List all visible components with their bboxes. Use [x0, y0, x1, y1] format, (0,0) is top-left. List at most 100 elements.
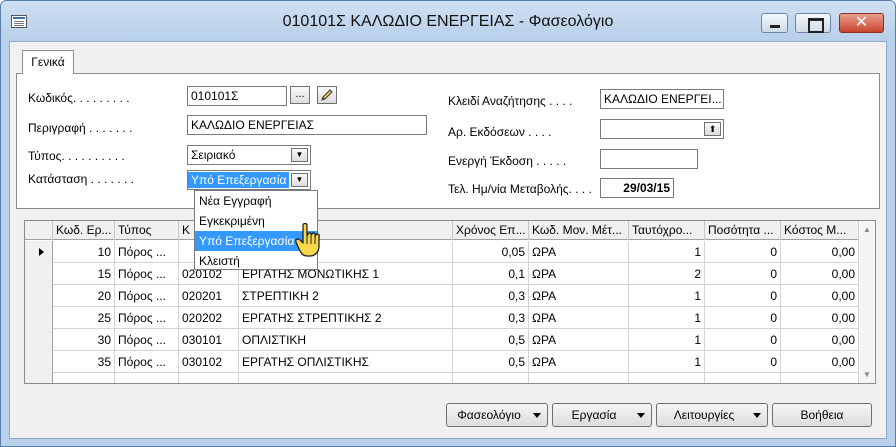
cell-simult[interactable]: 2 [629, 263, 705, 285]
cell-work[interactable] [239, 373, 453, 383]
cell-work[interactable]: ΕΡΓΑΤΗΣ ΟΠΛΙΣΤΙΚΗΣ [239, 351, 453, 373]
search-key-field[interactable]: ΚΑΛΩΔΙΟ ΕΝΕΡΓΕΙ... [600, 89, 724, 109]
cell-simult[interactable]: 1 [629, 329, 705, 351]
cell-type[interactable]: Πόρος ... [115, 263, 179, 285]
col-header-unit[interactable]: Κωδ. Μον. Μέτ... [529, 221, 629, 240]
cell-time[interactable] [453, 373, 529, 383]
table-row[interactable]: 25 Πόρος ... 020202 ΕΡΓΑΤΗΣ ΣΤΡΕΠΤΙΚΗΣ 2 0,3… [25, 307, 859, 329]
cell-type[interactable]: Πόρος ... [115, 351, 179, 373]
cell-unit[interactable]: ΩΡΑ [529, 241, 629, 263]
cell-k[interactable]: 020201 [179, 285, 239, 307]
table-row[interactable]: 30 Πόρος ... 030101 ΟΠΛΙΣΤΙΚΗ 0,5 ΩΡΑ 1 0 0,00 [25, 329, 859, 351]
cell-k[interactable] [179, 373, 239, 383]
cell-qty[interactable]: 0 [705, 351, 781, 373]
cell-type[interactable]: Πόρος ... [115, 307, 179, 329]
cell-time[interactable]: 0,5 [453, 329, 529, 351]
description-field[interactable]: ΚΑΛΩΔΙΟ ΕΝΕΡΓΕΙΑΣ [187, 115, 427, 135]
vertical-scrollbar[interactable]: ▲ ▼ [858, 221, 875, 383]
row-selector[interactable] [25, 329, 53, 351]
row-selector[interactable] [25, 285, 53, 307]
status-select[interactable]: Υπό Επεξεργασία ▼ [187, 170, 311, 190]
cell-type[interactable]: Πόρος ... [115, 285, 179, 307]
cell-cost[interactable]: 0,00 [781, 285, 859, 307]
cell-unit[interactable]: ΩΡΑ [529, 285, 629, 307]
cell-simult[interactable]: 1 [629, 285, 705, 307]
scroll-up-icon[interactable]: ▲ [859, 221, 875, 238]
row-selector[interactable] [25, 351, 53, 373]
scroll-down-icon[interactable]: ▼ [859, 366, 875, 383]
close-button[interactable]: ✕ [839, 13, 884, 33]
cell-code[interactable]: 15 [53, 263, 115, 285]
row-selector[interactable] [25, 263, 53, 285]
cell-code[interactable]: 30 [53, 329, 115, 351]
cell-work[interactable]: ΣΤΡΕΠΤΙΚΗ 2 [239, 285, 453, 307]
cell-cost[interactable] [781, 373, 859, 383]
cell-code[interactable]: 20 [53, 285, 115, 307]
cell-qty[interactable]: 0 [705, 263, 781, 285]
cell-work[interactable]: ΟΠΛΙΣΤΙΚΗ [239, 329, 453, 351]
cell-unit[interactable]: ΩΡΑ [529, 351, 629, 373]
tab-general[interactable]: Γενικά [22, 50, 74, 74]
cell-k[interactable]: 030102 [179, 351, 239, 373]
cell-k[interactable]: 020202 [179, 307, 239, 329]
cell-qty[interactable]: 0 [705, 307, 781, 329]
minimize-button[interactable] [761, 13, 788, 33]
table-row[interactable]: 10 Πόρος ... 0,05 ΩΡΑ 1 0 0,00 [25, 241, 859, 263]
cell-cost[interactable]: 0,00 [781, 263, 859, 285]
last-change-field[interactable]: 29/03/15 [600, 178, 674, 198]
cell-cost[interactable]: 0,00 [781, 241, 859, 263]
cell-unit[interactable] [529, 373, 629, 383]
active-version-field[interactable] [600, 149, 698, 169]
col-header-qty[interactable]: Ποσότητα ... [705, 221, 781, 240]
col-header-simult[interactable]: Ταυτόχρο... [629, 221, 705, 240]
up-arrow-icon[interactable]: ⬆ [704, 122, 721, 136]
row-selector[interactable] [25, 241, 53, 263]
cell-cost[interactable]: 0,00 [781, 307, 859, 329]
cell-time[interactable]: 0,5 [453, 351, 529, 373]
cell-type[interactable]: Πόρος ... [115, 329, 179, 351]
col-header-code[interactable]: Κωδ. Ερ... [53, 221, 115, 240]
col-header-type[interactable]: Τύπος [115, 221, 179, 240]
col-header-cost[interactable]: Κόστος Μ... [781, 221, 859, 240]
phaseology-button[interactable]: Φασεολόγιο [446, 403, 548, 427]
help-button[interactable]: Βοήθεια [772, 403, 872, 427]
cell-type[interactable]: Πόρος ... [115, 241, 179, 263]
cell-code[interactable]: 25 [53, 307, 115, 329]
table-row[interactable]: 20 Πόρος ... 020201 ΣΤΡΕΠΤΙΚΗ 2 0,3 ΩΡΑ 1 0 0,00 [25, 285, 859, 307]
cell-simult[interactable]: 1 [629, 241, 705, 263]
cell-cost[interactable]: 0,00 [781, 329, 859, 351]
col-header-time[interactable]: Χρόνος Επ... [453, 221, 529, 240]
dropdown-arrow-icon[interactable]: ▼ [291, 148, 308, 162]
dropdown-arrow-icon[interactable]: ▼ [291, 173, 308, 187]
table-row[interactable] [25, 373, 859, 383]
cell-unit[interactable]: ΩΡΑ [529, 329, 629, 351]
cell-simult[interactable]: 1 [629, 351, 705, 373]
cell-simult[interactable]: 1 [629, 307, 705, 329]
table-row[interactable]: 35 Πόρος ... 030102 ΕΡΓΑΤΗΣ ΟΠΛΙΣΤΙΚΗΣ 0,5 ΩΡ… [25, 351, 859, 373]
cell-cost[interactable]: 0,00 [781, 351, 859, 373]
cell-time[interactable]: 0,3 [453, 307, 529, 329]
code-browse-button[interactable]: ... [290, 86, 310, 104]
work-button[interactable]: Εργασία [552, 403, 652, 427]
cell-qty[interactable] [705, 373, 781, 383]
cell-qty[interactable]: 0 [705, 285, 781, 307]
cell-time[interactable]: 0,1 [453, 263, 529, 285]
cell-unit[interactable]: ΩΡΑ [529, 307, 629, 329]
table-row[interactable]: 15 Πόρος ... 020102 ΕΡΓΑΤΗΣ ΜΟΝΩΤΙΚΗΣ 1 0,1 Ω… [25, 263, 859, 285]
cell-simult[interactable] [629, 373, 705, 383]
functions-button[interactable]: Λειτουργίες [656, 403, 768, 427]
cell-qty[interactable]: 0 [705, 241, 781, 263]
cell-code[interactable] [53, 373, 115, 383]
cell-time[interactable]: 0,05 [453, 241, 529, 263]
row-selector[interactable] [25, 307, 53, 329]
maximize-button[interactable] [795, 13, 831, 33]
cell-type[interactable] [115, 373, 179, 383]
code-field[interactable]: 010101Σ [187, 86, 287, 106]
cell-unit[interactable]: ΩΡΑ [529, 263, 629, 285]
cell-k[interactable]: 030101 [179, 329, 239, 351]
cell-time[interactable]: 0,3 [453, 285, 529, 307]
type-select[interactable]: Σειριακό ▼ [187, 145, 311, 165]
status-option[interactable]: Νέα Εγγραφή [195, 191, 317, 211]
cell-code[interactable]: 10 [53, 241, 115, 263]
title-bar[interactable]: 010101Σ ΚΑΛΩΔΙΟ ΕΝΕΡΓΕΙΑΣ - Φασεολόγιο ✕ [1, 1, 895, 41]
